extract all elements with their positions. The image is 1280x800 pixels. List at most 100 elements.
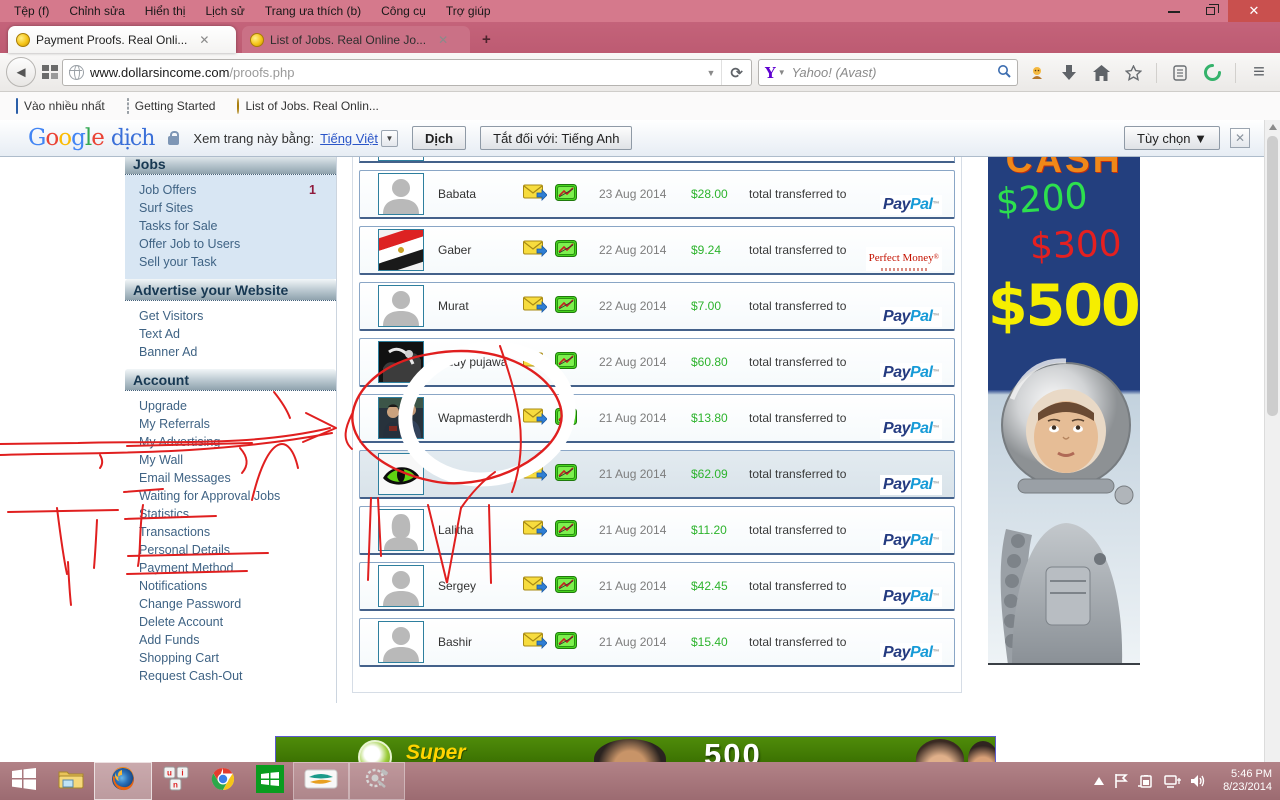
target-language-link[interactable]: Tiếng Việt — [320, 131, 378, 146]
search-engine-dropdown-icon[interactable]: ▼ — [778, 68, 786, 77]
bookmark-item[interactable]: List of Jobs. Real Onlin... — [229, 97, 386, 115]
minimize-button[interactable] — [1156, 0, 1192, 22]
search-bar[interactable]: Y ▼ — [758, 59, 1018, 86]
sidebar-item-get-visitors[interactable]: Get Visitors — [139, 307, 336, 325]
bottom-banner-ad[interactable]: Super 500 — [275, 736, 996, 763]
search-icon[interactable] — [997, 64, 1011, 81]
sidebar-item-tasks-for-sale[interactable]: Tasks for Sale — [139, 217, 336, 235]
payment-proof-row[interactable]: 21 Aug 2014 $62.09 total transferred to Pay… — [359, 450, 955, 499]
menu-item[interactable]: Hiển thị — [135, 2, 196, 20]
url-dropdown-icon[interactable]: ▼ — [701, 68, 722, 78]
taskbar-button-viettel[interactable] — [293, 762, 349, 800]
language-dropdown-button[interactable]: ▼ — [380, 129, 398, 147]
taskbar-button-chrome[interactable] — [199, 762, 246, 800]
volume-icon[interactable] — [1191, 774, 1207, 788]
send-email-icon[interactable] — [523, 576, 548, 596]
search-input[interactable] — [789, 64, 997, 81]
cash-banner-ad[interactable]: CASH $200 $300 $500 — [988, 157, 1140, 665]
statistics-icon[interactable] — [555, 408, 577, 428]
bookmark-star-icon[interactable] — [1124, 64, 1142, 82]
action-center-flag-icon[interactable] — [1114, 774, 1128, 788]
close-button[interactable]: ✕ — [1228, 0, 1280, 22]
taskbar-button-windows-store[interactable] — [246, 762, 293, 800]
taskbar-button-satellite-tool[interactable] — [349, 762, 405, 800]
bookmark-item[interactable]: Getting Started — [119, 97, 224, 115]
tab-groups-icon[interactable] — [42, 65, 58, 79]
statistics-icon[interactable] — [555, 296, 577, 316]
sidebar-item-job-offers[interactable]: Job Offers 1 — [139, 181, 336, 199]
payment-proof-row[interactable]: Lalitha 21 Aug 2014 $11.20 total transferre… — [359, 506, 955, 555]
sidebar-item-upgrade[interactable]: Upgrade — [139, 397, 336, 415]
taskbar-button-file-explorer[interactable] — [47, 762, 94, 800]
tab-close-icon[interactable]: ✕ — [438, 33, 448, 47]
sidebar-item-my-advertising[interactable]: My Advertising — [139, 433, 336, 451]
translate-button[interactable]: Dịch — [411, 126, 467, 150]
avast-avatar-icon[interactable] — [1028, 64, 1046, 82]
sidebar-item-email-messages[interactable]: Email Messages — [139, 469, 336, 487]
menu-item[interactable]: Trang ưa thích (b) — [255, 2, 371, 20]
taskbar-button-start[interactable] — [0, 762, 47, 800]
taskbar-button-unikey[interactable]: uin — [152, 762, 199, 800]
browser-tab[interactable]: Payment Proofs. Real Onli... ✕ — [8, 26, 236, 53]
menu-item[interactable]: Công cụ — [371, 2, 436, 20]
statistics-icon[interactable] — [555, 184, 577, 204]
home-icon[interactable] — [1092, 64, 1110, 82]
downloads-icon[interactable] — [1060, 64, 1078, 82]
sidebar-item-my-wall[interactable]: My Wall — [139, 451, 336, 469]
sidebar-item-my-referrals[interactable]: My Referrals — [139, 415, 336, 433]
send-email-icon[interactable] — [523, 408, 548, 428]
network-icon[interactable] — [1164, 774, 1182, 788]
clock[interactable]: 5:46 PM 8/23/2014 — [1223, 768, 1272, 794]
menu-item[interactable]: Tệp (f) — [4, 2, 59, 20]
menu-item[interactable]: Trợ giúp — [436, 2, 501, 20]
sidebar-item-statistics[interactable]: Statistics — [139, 505, 336, 523]
restore-button[interactable] — [1192, 0, 1228, 22]
avast-ring-icon[interactable] — [1203, 64, 1221, 82]
statistics-icon[interactable] — [555, 632, 577, 652]
back-button[interactable]: ◄ — [6, 57, 36, 87]
sidebar-item-offer-job-to-users[interactable]: Offer Job to Users — [139, 235, 336, 253]
menu-hamburger-icon[interactable]: ≡ — [1250, 61, 1268, 83]
browser-tab[interactable]: List of Jobs. Real Online Jo... ✕ — [242, 26, 470, 53]
payment-proof-row[interactable]: Bashir 21 Aug 2014 $15.40 total transferred… — [359, 618, 955, 667]
send-email-icon[interactable] — [523, 352, 548, 372]
battery-icon[interactable] — [1138, 774, 1154, 788]
clipboard-list-icon[interactable] — [1171, 64, 1189, 82]
sidebar-item-transactions[interactable]: Transactions — [139, 523, 336, 541]
payment-proof-row[interactable]: Wapmasterdh 21 Aug 2014 $13.80 total transf… — [359, 394, 955, 443]
tab-close-icon[interactable]: ✕ — [199, 33, 209, 47]
send-email-icon[interactable] — [523, 464, 548, 484]
sidebar-item-text-ad[interactable]: Text Ad — [139, 325, 336, 343]
browser-scrollbar[interactable] — [1264, 120, 1280, 762]
send-email-icon[interactable] — [523, 296, 548, 316]
taskbar-button-firefox[interactable] — [94, 762, 152, 800]
menu-item[interactable]: Chỉnh sửa — [59, 2, 134, 20]
statistics-icon[interactable] — [555, 576, 577, 596]
statistics-icon[interactable] — [555, 520, 577, 540]
sidebar-item-notifications[interactable]: Notifications — [139, 577, 336, 595]
sidebar-item-add-funds[interactable]: Add Funds — [139, 631, 336, 649]
sidebar-item-sell-your-task[interactable]: Sell your Task — [139, 253, 336, 271]
sidebar-item-personal-details[interactable]: Personal Details — [139, 541, 336, 559]
url-bar[interactable]: www.dollarsincome.com /proofs.php ▼ ⟳ — [62, 59, 752, 86]
payment-proof-row[interactable]: Gaber 22 Aug 2014 $9.24 total transferred t… — [359, 226, 955, 275]
statistics-icon[interactable] — [555, 240, 577, 260]
sidebar-item-waiting-for-approval-jobs[interactable]: Waiting for Approval Jobs — [139, 487, 336, 505]
disable-translate-button[interactable]: Tắt đối với: Tiếng Anh — [480, 126, 633, 150]
translate-options-button[interactable]: Tùy chọn ▼ — [1124, 126, 1220, 150]
translate-close-button[interactable]: ✕ — [1230, 128, 1250, 148]
sidebar-item-banner-ad[interactable]: Banner Ad — [139, 343, 336, 361]
sidebar-item-delete-account[interactable]: Delete Account — [139, 613, 336, 631]
hidden-icons-arrow-icon[interactable] — [1094, 777, 1105, 785]
scroll-up-arrow[interactable] — [1269, 124, 1277, 130]
statistics-icon[interactable] — [555, 464, 577, 484]
sidebar-item-payment-method[interactable]: Payment Method — [139, 559, 336, 577]
yahoo-icon[interactable]: Y — [765, 64, 776, 82]
send-email-icon[interactable] — [523, 632, 548, 652]
sidebar-item-shopping-cart[interactable]: Shopping Cart — [139, 649, 336, 667]
send-email-icon[interactable] — [523, 240, 548, 260]
bookmark-item[interactable]: Vào nhiều nhất — [8, 97, 113, 115]
send-email-icon[interactable] — [523, 520, 548, 540]
payment-proof-row[interactable]: Rudy pujawa 22 Aug 2014 $60.80 total transf… — [359, 338, 955, 387]
send-email-icon[interactable] — [523, 184, 548, 204]
